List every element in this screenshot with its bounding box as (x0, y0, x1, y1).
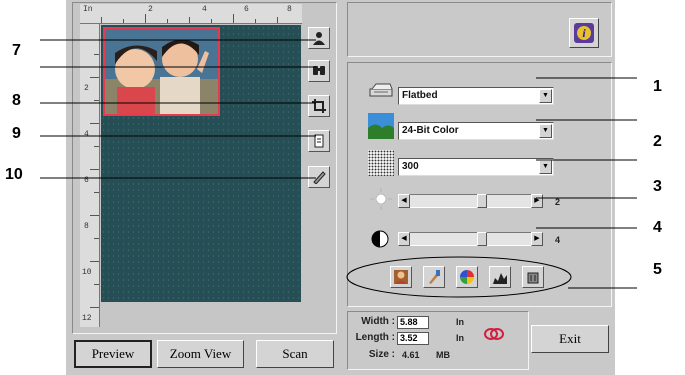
callout-8: 8 (12, 92, 21, 109)
callout-5: 5 (653, 261, 662, 278)
callout-10: 10 (5, 166, 23, 183)
callout-2: 2 (653, 133, 662, 150)
tools-highlight (346, 256, 572, 298)
callout-9: 9 (12, 125, 21, 142)
callout-3: 3 (653, 178, 662, 195)
callout-4: 4 (653, 219, 662, 236)
callout-overlay (40, 39, 637, 298)
callout-7: 7 (12, 42, 21, 59)
callout-1: 1 (653, 78, 662, 95)
